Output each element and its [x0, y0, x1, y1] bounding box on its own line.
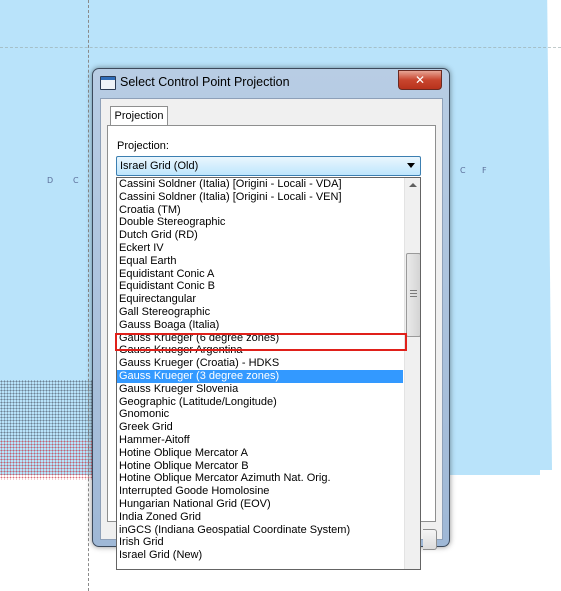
projection-option[interactable]: Cassini Soldner (Italia) [Origini - Loca…	[117, 178, 403, 191]
projection-option[interactable]: Greek Grid	[117, 421, 403, 434]
projection-option[interactable]: Dutch Grid (RD)	[117, 229, 403, 242]
projection-option[interactable]: Gauss Krueger Slovenia	[117, 383, 403, 396]
projection-option[interactable]: Gauss Krueger (Croatia) - HDKS	[117, 357, 403, 370]
projection-option[interactable]: inGCS (Indiana Geospatial Coordinate Sys…	[117, 524, 403, 537]
map-dotted-coast	[0, 440, 95, 480]
projection-option[interactable]: Hungarian National Grid (EOV)	[117, 498, 403, 511]
projection-option[interactable]: Israel Grid (New)	[117, 549, 403, 562]
projection-option[interactable]: India Zoned Grid	[117, 511, 403, 524]
projection-option[interactable]: Gauss Krueger (6 degree zones)	[117, 332, 403, 345]
projection-option[interactable]: Hotine Oblique Mercator Azimuth Nat. Ori…	[117, 472, 403, 485]
dialog-button-partial[interactable]	[423, 529, 437, 550]
map-grid-line	[0, 47, 561, 48]
projection-select[interactable]: Israel Grid (Old)	[116, 156, 421, 176]
scroll-up-arrow-icon[interactable]	[405, 178, 420, 194]
close-icon: ✕	[414, 73, 426, 87]
projection-option[interactable]: Gall Stereographic	[117, 306, 403, 319]
projection-option[interactable]: Hotine Oblique Mercator A	[117, 447, 403, 460]
projection-option[interactable]: Equirectangular	[117, 293, 403, 306]
map-grid-line	[88, 0, 89, 591]
projection-option[interactable]: Geographic (Latitude/Longitude)	[117, 396, 403, 409]
close-button[interactable]: ✕	[398, 70, 442, 90]
tab-projection[interactable]: Projection	[110, 106, 168, 126]
projection-option[interactable]: Irish Grid	[117, 536, 403, 549]
projection-option[interactable]: Hotine Oblique Mercator B	[117, 460, 403, 473]
window-icon	[100, 76, 116, 90]
projection-option[interactable]: Gnomonic	[117, 408, 403, 421]
projection-dropdown-list[interactable]: Cassini Soldner (Italia) [Origini - Loca…	[116, 177, 421, 570]
projection-option[interactable]: Eckert IV	[117, 242, 403, 255]
projection-option[interactable]: Interrupted Goode Homolosine	[117, 485, 403, 498]
projection-option[interactable]: Cassini Soldner (Italia) [Origini - Loca…	[117, 191, 403, 204]
projection-option[interactable]: Equal Earth	[117, 255, 403, 268]
map-label: D	[47, 176, 54, 185]
projection-option[interactable]: Gauss Krueger Argentina	[117, 344, 403, 357]
scrollbar-thumb[interactable]	[406, 253, 420, 337]
projection-select-value: Israel Grid (Old)	[120, 160, 199, 172]
projection-option[interactable]: Croatia (TM)	[117, 204, 403, 217]
chevron-down-icon[interactable]	[407, 163, 415, 168]
projection-option[interactable]: Gauss Boaga (Italia)	[117, 319, 403, 332]
projection-field-label: Projection:	[117, 140, 169, 152]
map-label: C	[73, 176, 79, 185]
map-label: F	[482, 166, 487, 175]
projection-option[interactable]: Double Stereographic	[117, 216, 403, 229]
dropdown-items: Cassini Soldner (Italia) [Origini - Loca…	[117, 178, 403, 562]
dialog-titlebar[interactable]: Select Control Point Projection ✕	[93, 69, 449, 97]
projection-option[interactable]: Hammer-Aitoff	[117, 434, 403, 447]
map-label: C	[460, 166, 466, 175]
projection-option[interactable]: Equidistant Conic A	[117, 268, 403, 281]
projection-option[interactable]: Gauss Krueger (3 degree zones)	[117, 369, 403, 383]
dialog-title: Select Control Point Projection	[120, 75, 290, 89]
projection-option[interactable]: Equidistant Conic B	[117, 280, 403, 293]
grip-icon	[410, 290, 417, 297]
dropdown-scrollbar[interactable]	[404, 178, 420, 569]
